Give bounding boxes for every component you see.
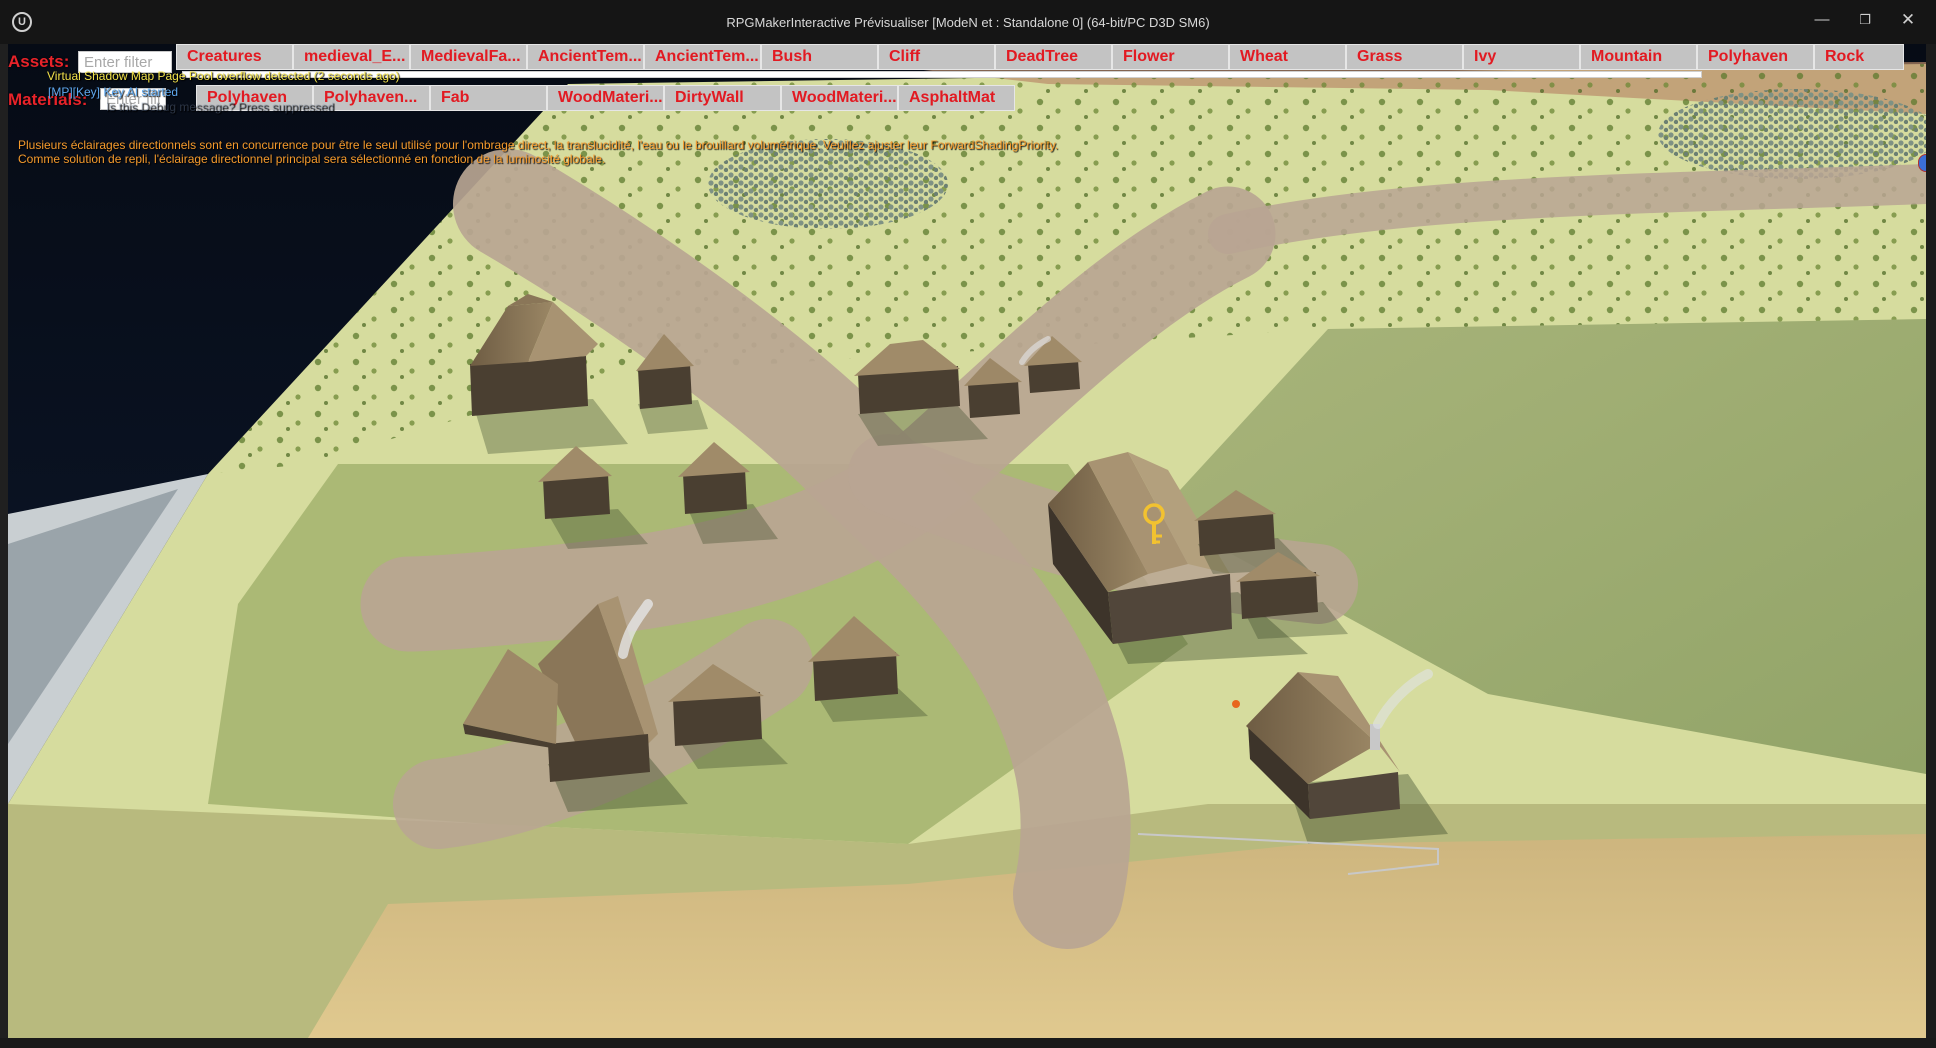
- close-button[interactable]: ✕: [1888, 8, 1928, 32]
- asset-button-grass[interactable]: Grass: [1346, 44, 1463, 70]
- village-scene: [8, 44, 1926, 1038]
- material-button-asphaltmat[interactable]: AsphaltMat: [898, 85, 1015, 111]
- asset-button-mountain[interactable]: Mountain: [1580, 44, 1697, 70]
- material-button-woodmateri-2[interactable]: WoodMateri...: [781, 85, 898, 111]
- asset-button-polyhaven[interactable]: Polyhaven: [1697, 44, 1814, 70]
- forest-cluster-center: [708, 139, 948, 229]
- asset-button-wheat[interactable]: Wheat: [1229, 44, 1346, 70]
- log-lighting-warning-1: Plusieurs éclairages directionnels sont …: [18, 138, 1059, 152]
- material-button-dirtywall[interactable]: DirtyWall: [664, 85, 781, 111]
- log-key-started: [MP][Key] Key AI started: [48, 85, 179, 99]
- maximize-button[interactable]: ❐: [1845, 8, 1885, 32]
- window-left-border: [0, 44, 8, 1038]
- material-button-fab[interactable]: Fab: [430, 85, 547, 111]
- minimize-button[interactable]: —: [1802, 8, 1842, 32]
- asset-button-flower[interactable]: Flower: [1112, 44, 1229, 70]
- window-right-border: [1926, 44, 1936, 1038]
- game-viewport[interactable]: Assets: Creatures medieval_E... Medieval…: [8, 44, 1926, 1038]
- asset-button-rock[interactable]: Rock: [1814, 44, 1904, 70]
- log-faded-message: Is this Debug message? Press suppressed: [106, 100, 335, 114]
- log-lighting-warning-2: Comme solution de repli, l'éclairage dir…: [18, 152, 606, 166]
- asset-button-ivy[interactable]: Ivy: [1463, 44, 1580, 70]
- window-titlebar[interactable]: U RPGMakerInteractive Prévisualiser [Mod…: [0, 0, 1936, 44]
- offscreen-marker-icon: [1918, 154, 1926, 172]
- window-title: RPGMakerInteractive Prévisualiser [ModeN…: [726, 15, 1210, 30]
- npc-marker: [1232, 700, 1240, 708]
- log-shadow-map-warning: Virtual Shadow Map Page Pool overflow de…: [47, 69, 400, 83]
- window-bottom-border: [0, 1038, 1936, 1048]
- material-button-woodmateri-1[interactable]: WoodMateri...: [547, 85, 664, 111]
